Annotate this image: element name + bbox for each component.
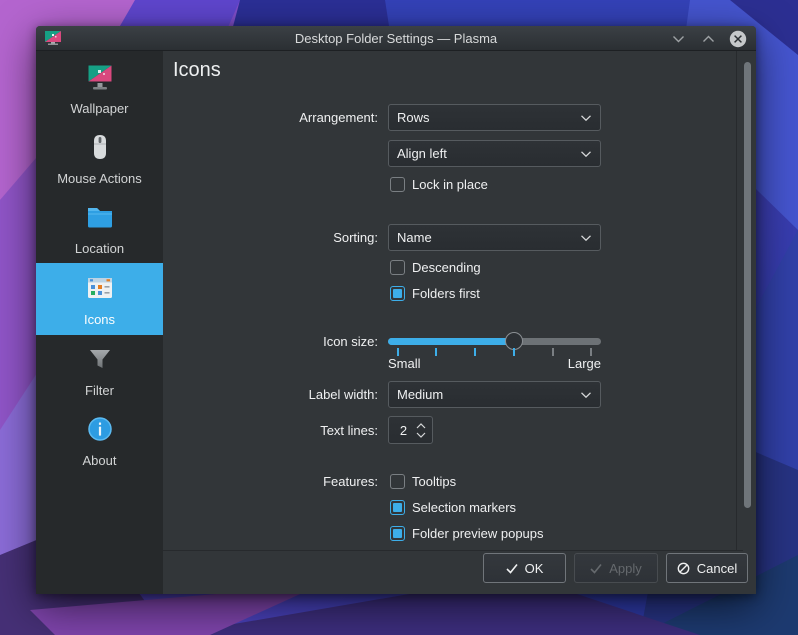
alignment-dropdown[interactable]: Align left xyxy=(388,140,601,167)
selection-markers-label[interactable]: Selection markers xyxy=(412,500,516,515)
icons-view-icon xyxy=(83,272,117,307)
spin-up-icon[interactable] xyxy=(416,423,426,429)
maximize-chevron-up-icon[interactable] xyxy=(699,30,717,48)
sorting-label: Sorting: xyxy=(163,230,383,245)
features-selection-markers-row: Selection markers xyxy=(163,500,516,515)
window-controls xyxy=(669,26,747,51)
label-width-label: Label width: xyxy=(163,387,383,402)
arrangement-value: Rows xyxy=(397,110,430,125)
slider-tick xyxy=(590,348,592,356)
text-lines-value: 2 xyxy=(389,423,416,438)
chevron-down-icon xyxy=(580,150,592,158)
lock-in-place-label[interactable]: Lock in place xyxy=(412,177,488,192)
descending-row: Descending xyxy=(163,260,481,275)
label-width-value: Medium xyxy=(397,387,443,402)
chevron-down-icon xyxy=(580,114,592,122)
cancel-button[interactable]: Cancel xyxy=(666,553,748,583)
sidebar-item-label: About xyxy=(83,453,117,468)
check-icon xyxy=(590,563,602,574)
icon-size-max-label: Large xyxy=(568,356,601,371)
features-label: Features: xyxy=(163,474,383,489)
folder-preview-popups-checkbox[interactable] xyxy=(390,526,405,541)
lock-in-place-row: Lock in place xyxy=(163,177,488,192)
sidebar: Wallpaper Mouse Actions xyxy=(36,51,163,594)
folder-icon xyxy=(83,201,117,236)
window-title: Desktop Folder Settings — Plasma xyxy=(36,26,756,51)
mouse-icon xyxy=(84,131,116,166)
sidebar-item-filter[interactable]: Filter xyxy=(36,335,163,405)
titlebar: Desktop Folder Settings — Plasma xyxy=(36,26,756,51)
sidebar-item-label: Location xyxy=(75,241,124,256)
sorting-row: Sorting: Name xyxy=(163,224,601,251)
folders-first-checkbox[interactable] xyxy=(390,286,405,301)
selection-markers-checkbox[interactable] xyxy=(390,500,405,515)
dialog-button-row: OK Apply Cancel xyxy=(483,553,748,583)
icons-settings-page: Icons Arrangement: Rows Align left xyxy=(163,51,756,594)
tooltips-label[interactable]: Tooltips xyxy=(412,474,456,489)
ok-button-label: OK xyxy=(525,561,544,576)
apply-button[interactable]: Apply xyxy=(574,553,658,583)
page-title: Icons xyxy=(173,59,221,82)
cancel-button-label: Cancel xyxy=(697,561,737,576)
slider-tick xyxy=(513,348,515,356)
spin-down-icon[interactable] xyxy=(416,432,426,438)
arrangement-dropdown[interactable]: Rows xyxy=(388,104,601,131)
sidebar-item-location[interactable]: Location xyxy=(36,193,163,263)
funnel-icon xyxy=(84,343,116,378)
icon-size-label: Icon size: xyxy=(163,334,383,349)
text-lines-label: Text lines: xyxy=(163,423,383,438)
monitor-wallpaper-icon xyxy=(83,61,117,96)
ok-button[interactable]: OK xyxy=(483,553,566,583)
folder-preview-popups-label[interactable]: Folder preview popups xyxy=(412,526,544,541)
slider-tick xyxy=(474,348,476,356)
label-width-dropdown[interactable]: Medium xyxy=(388,381,601,408)
descending-label[interactable]: Descending xyxy=(412,260,481,275)
icon-size-minmax: Small Large xyxy=(388,356,601,371)
lock-in-place-checkbox[interactable] xyxy=(390,177,405,192)
sidebar-item-mouse-actions[interactable]: Mouse Actions xyxy=(36,123,163,193)
sidebar-item-label: Mouse Actions xyxy=(57,171,142,186)
alignment-value: Align left xyxy=(397,146,447,161)
sidebar-item-about[interactable]: About xyxy=(36,405,163,475)
close-icon[interactable] xyxy=(729,30,747,48)
sidebar-item-label: Wallpaper xyxy=(70,101,128,116)
folders-first-row: Folders first xyxy=(163,286,480,301)
text-lines-spinner[interactable]: 2 xyxy=(388,416,433,444)
vertical-scrollbar[interactable] xyxy=(744,62,751,508)
icon-size-min-label: Small xyxy=(388,356,421,371)
sorting-value: Name xyxy=(397,230,432,245)
desktop: Desktop Folder Settings — Plasma xyxy=(0,0,798,635)
alignment-row: Align left xyxy=(163,140,601,167)
scroll-frame-bottom-line xyxy=(163,550,743,551)
sidebar-item-label: Filter xyxy=(85,383,114,398)
features-tooltips-row: Features: Tooltips xyxy=(163,474,456,489)
chevron-down-icon xyxy=(580,391,592,399)
arrangement-label: Arrangement: xyxy=(163,110,383,125)
info-icon xyxy=(84,413,116,448)
sidebar-item-label: Icons xyxy=(84,312,115,327)
folders-first-label[interactable]: Folders first xyxy=(412,286,480,301)
shade-chevron-down-icon[interactable] xyxy=(669,30,687,48)
sidebar-item-icons[interactable]: Icons xyxy=(36,263,163,335)
descending-checkbox[interactable] xyxy=(390,260,405,275)
text-lines-row: Text lines: 2 xyxy=(163,416,433,444)
slider-tick xyxy=(435,348,437,356)
icon-size-slider-fill xyxy=(388,338,514,345)
sorting-dropdown[interactable]: Name xyxy=(388,224,601,251)
check-icon xyxy=(506,563,518,574)
sidebar-item-wallpaper[interactable]: Wallpaper xyxy=(36,53,163,123)
features-folder-preview-row: Folder preview popups xyxy=(163,526,544,541)
cancel-icon xyxy=(677,562,690,575)
slider-tick xyxy=(397,348,399,356)
slider-tick xyxy=(552,348,554,356)
tooltips-checkbox[interactable] xyxy=(390,474,405,489)
icon-size-ticks xyxy=(388,348,601,356)
desktop-folder-settings-window: Desktop Folder Settings — Plasma xyxy=(36,26,756,594)
arrangement-row: Arrangement: Rows xyxy=(163,104,601,131)
apply-button-label: Apply xyxy=(609,561,642,576)
label-width-row: Label width: Medium xyxy=(163,381,601,408)
chevron-down-icon xyxy=(580,234,592,242)
scroll-frame-line xyxy=(736,51,737,550)
